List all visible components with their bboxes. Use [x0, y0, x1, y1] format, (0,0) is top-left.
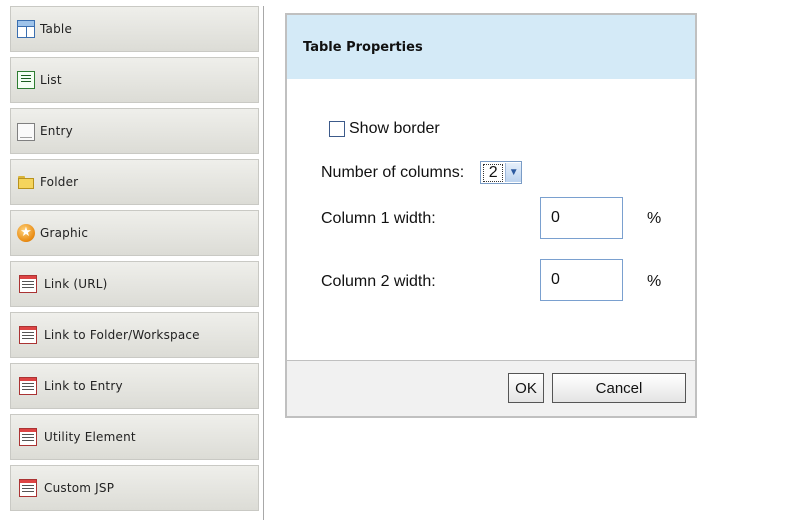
palette-item-graphic[interactable]: Graphic	[10, 210, 259, 256]
palette-item-label: Table	[40, 22, 73, 36]
palette-item-utility-element[interactable]: Utility Element	[10, 414, 259, 460]
link-entry-icon	[19, 377, 37, 395]
utility-element-icon	[19, 428, 37, 446]
palette-item-link-entry[interactable]: Link to Entry	[10, 363, 259, 409]
custom-jsp-icon	[19, 479, 37, 497]
palette-item-link-folder[interactable]: Link to Folder/Workspace	[10, 312, 259, 358]
list-icon	[17, 71, 35, 89]
graphic-icon	[17, 223, 35, 243]
palette-item-label: Utility Element	[44, 430, 136, 444]
dialog-header: Table Properties	[287, 15, 695, 79]
show-border-checkbox[interactable]	[329, 121, 345, 137]
palette-item-link-url[interactable]: Link (URL)	[10, 261, 259, 307]
palette-item-label: Entry	[40, 124, 73, 138]
table-properties-dialog: Table Properties Show border Number of c…	[285, 13, 697, 418]
palette-item-label: Graphic	[40, 226, 89, 240]
folder-icon	[17, 173, 35, 191]
dialog-body: Show border Number of columns: 2 ▼ Colum…	[287, 79, 695, 361]
col2-label: Column 2 width:	[321, 273, 436, 290]
col2-row: Column 2 width:	[321, 273, 436, 291]
col1-label: Column 1 width:	[321, 210, 436, 227]
show-border-row: Show border	[329, 120, 440, 138]
palette-item-table[interactable]: Table	[10, 6, 259, 52]
columns-select-value: 2	[483, 163, 504, 182]
palette-item-label: Link to Folder/Workspace	[44, 328, 200, 342]
entry-icon	[17, 123, 35, 141]
link-folder-icon	[19, 326, 37, 344]
col2-width-input[interactable]	[540, 259, 623, 301]
dialog-title: Table Properties	[303, 39, 423, 55]
palette-item-list[interactable]: List	[10, 57, 259, 103]
palette-item-folder[interactable]: Folder	[10, 159, 259, 205]
palette-item-label: Folder	[40, 175, 79, 189]
dialog-footer: OK Cancel	[287, 360, 695, 416]
columns-select[interactable]: 2 ▼	[480, 161, 523, 184]
col1-row: Column 1 width:	[321, 210, 436, 228]
element-palette: Table List Entry Folder Graphic Link (UR…	[7, 6, 264, 520]
palette-item-label: Link to Entry	[44, 379, 123, 393]
palette-item-label: Link (URL)	[44, 277, 108, 291]
palette-item-entry[interactable]: Entry	[10, 108, 259, 154]
show-border-label: Show border	[349, 120, 440, 137]
col2-percent: %	[647, 273, 662, 290]
chevron-down-icon[interactable]: ▼	[505, 163, 522, 182]
cancel-button[interactable]: Cancel	[552, 373, 686, 403]
columns-row: Number of columns: 2 ▼	[321, 161, 523, 184]
palette-item-label: List	[40, 73, 62, 87]
col1-percent: %	[647, 210, 662, 227]
link-url-icon	[19, 275, 37, 293]
ok-button[interactable]: OK	[508, 373, 544, 403]
col1-width-input[interactable]	[540, 197, 623, 239]
palette-item-custom-jsp[interactable]: Custom JSP	[10, 465, 259, 511]
palette-item-label: Custom JSP	[44, 481, 115, 495]
columns-label: Number of columns:	[321, 163, 465, 181]
table-icon	[17, 20, 35, 38]
